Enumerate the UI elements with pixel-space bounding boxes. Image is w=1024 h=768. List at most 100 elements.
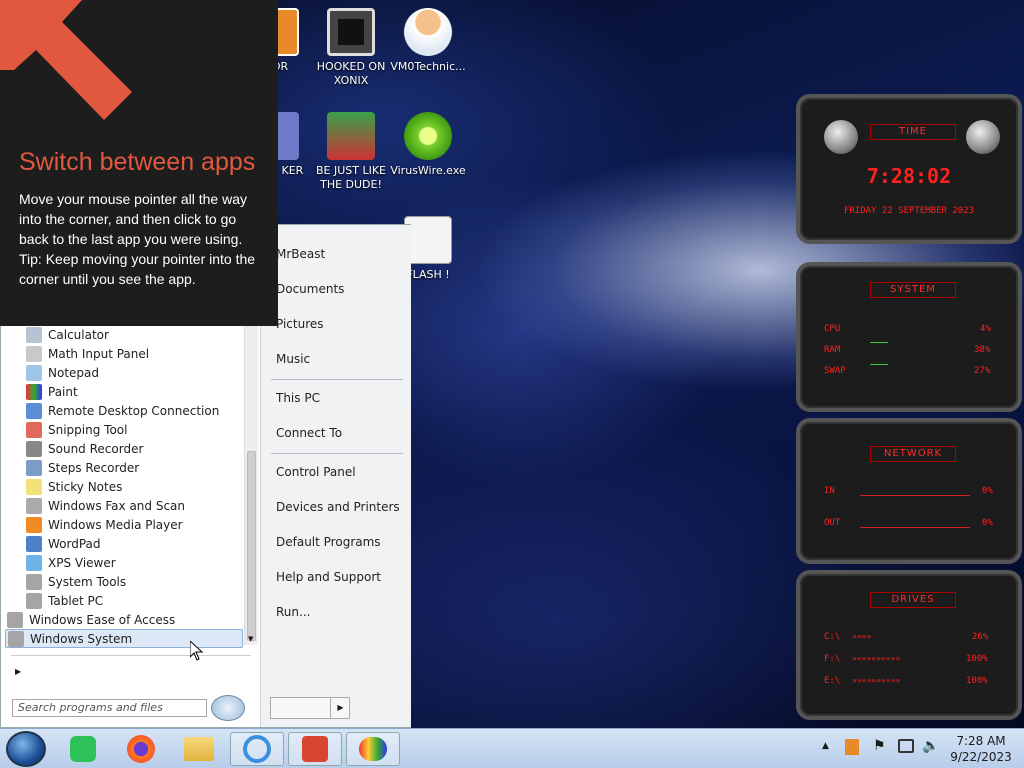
list-item-xps-viewer[interactable]: XPS Viewer <box>26 553 116 572</box>
menu-item-music[interactable]: Music <box>276 352 310 366</box>
system-panel: SYSTEM CPU 4% RAM 38% SWAP 27% <box>796 262 1022 412</box>
desktop-icon-hooked-on-xonix[interactable]: HOOKED ON XONIX <box>312 8 390 88</box>
list-item-remote-desktop[interactable]: Remote Desktop Connection <box>26 401 219 420</box>
drive-f-bar: »»»»»»»»»» <box>852 654 901 663</box>
cpu-value: 4% <box>980 324 991 334</box>
list-item-media-player[interactable]: Windows Media Player <box>26 515 183 534</box>
time-panel: TIME 7:28:02 FRIDAY 22 SEPTEMBER 2023 <box>796 94 1022 244</box>
network-title: NETWORK <box>870 446 956 462</box>
sticky-note-icon <box>26 478 42 495</box>
desktop-icon-label: VM0Technic... <box>390 60 466 73</box>
list-item-fax-scan[interactable]: Windows Fax and Scan <box>26 496 185 515</box>
menu-item-documents[interactable]: Documents <box>276 282 344 296</box>
search-input[interactable]: Search programs and files <box>12 699 207 717</box>
list-item-calculator[interactable]: Calculator <box>26 325 109 344</box>
tray-app-icon[interactable] <box>845 739 859 755</box>
calculator-icon <box>26 326 42 343</box>
clock-date: 9/22/2023 <box>950 750 1012 764</box>
paper-plane-icon <box>26 554 42 571</box>
list-item-steps-recorder[interactable]: Steps Recorder <box>26 458 139 477</box>
notes-icon <box>70 736 96 762</box>
headphones-icon <box>302 736 328 762</box>
list-item-sticky-notes[interactable]: Sticky Notes <box>26 477 122 496</box>
menu-item-user[interactable]: MrBeast <box>276 247 325 261</box>
programs-scrollbar[interactable]: ▼ <box>244 325 258 645</box>
alien-icon <box>824 120 858 154</box>
folder-icon <box>26 592 42 609</box>
menu-item-run[interactable]: Run... <box>276 605 310 619</box>
menu-item-default-programs[interactable]: Default Programs <box>276 535 381 549</box>
cursor-icon <box>190 641 204 661</box>
menu-item-this-pc[interactable]: This PC <box>276 391 320 405</box>
time-title: TIME <box>870 124 956 140</box>
menu-item-devices-printers[interactable]: Devices and Printers <box>276 500 400 514</box>
start-button[interactable] <box>6 731 46 767</box>
list-item-windows-system[interactable]: Windows System <box>5 629 243 648</box>
list-item-snipping-tool[interactable]: Snipping Tool <box>26 420 127 439</box>
out-label: OUT <box>824 518 841 528</box>
internet-explorer-icon <box>243 735 271 763</box>
microphone-icon <box>26 440 42 457</box>
list-item-system-tools[interactable]: System Tools <box>26 572 126 591</box>
taskbar-audio-app[interactable] <box>288 732 342 766</box>
swap-label: SWAP <box>824 366 846 376</box>
desktop-icon-label: HOOKED ON XONIX <box>316 60 386 87</box>
taskbar-notes-app[interactable] <box>56 732 110 766</box>
clock-time: 7:28 AM <box>956 734 1006 748</box>
volume-icon[interactable]: 🔈 <box>922 738 939 754</box>
divider <box>271 379 403 380</box>
flag-icon[interactable]: ⚑ <box>873 738 886 754</box>
drives-title: DRIVES <box>870 592 956 608</box>
desktop-icon-label: VirusWire.exe <box>390 164 466 177</box>
desktop-icon-label: FLASH ! <box>406 268 450 281</box>
lime-icon <box>404 112 452 160</box>
arrow-up-left-icon <box>0 0 132 120</box>
list-item-math-input[interactable]: Math Input Panel <box>26 344 149 363</box>
list-item-tablet-pc[interactable]: Tablet PC <box>26 591 103 610</box>
menu-item-pictures[interactable]: Pictures <box>276 317 324 331</box>
desktop-icon-dude[interactable]: BE JUST LIKE THE DUDE! <box>312 112 390 192</box>
folder-icon <box>7 611 23 628</box>
desktop-icon-viruswire[interactable]: VirusWire.exe <box>389 112 467 178</box>
menu-item-connect-to[interactable]: Connect To <box>276 426 342 440</box>
doctor-icon <box>404 8 452 56</box>
taskbar-clock[interactable]: 7:28 AM 9/22/2023 <box>944 733 1018 765</box>
drive-e-bar: »»»»»»»»»» <box>852 676 901 685</box>
list-item-ease-of-access[interactable]: Windows Ease of Access <box>7 610 175 629</box>
swap-value: 27% <box>974 366 991 376</box>
start-menu-right-pane: MrBeast Documents Pictures Music This PC… <box>260 225 411 727</box>
network-panel: NETWORK IN 0% OUT 0% <box>796 418 1022 564</box>
list-item-paint[interactable]: Paint <box>26 382 78 401</box>
menu-item-control-panel[interactable]: Control Panel <box>276 465 356 479</box>
menu-item-help-support[interactable]: Help and Support <box>276 570 381 584</box>
drive-c-value: 26% <box>972 632 989 642</box>
taskbar: ▲ ⚑ 🔈 7:28 AM 9/22/2023 <box>0 728 1024 768</box>
drive-c-bar: »»»» <box>852 632 872 641</box>
folder-icon <box>8 630 24 647</box>
scrollbar-thumb[interactable] <box>247 451 256 641</box>
chevron-down-icon[interactable]: ▼ <box>248 635 253 643</box>
out-value: 0% <box>982 518 993 528</box>
network-icon[interactable] <box>898 739 914 753</box>
desktop-icon-vm0technic[interactable]: VM0Technic... <box>389 8 467 74</box>
in-value: 0% <box>982 486 993 496</box>
system-title: SYSTEM <box>870 282 956 298</box>
drive-c-label: C:\ <box>824 632 841 642</box>
list-item-notepad[interactable]: Notepad <box>26 363 99 382</box>
drive-e-value: 100% <box>966 676 988 686</box>
chevron-up-icon[interactable]: ▲ <box>822 741 829 751</box>
list-item-wordpad[interactable]: WordPad <box>26 534 101 553</box>
list-item-sound-recorder[interactable]: Sound Recorder <box>26 439 143 458</box>
taskbar-paint[interactable] <box>346 732 400 766</box>
palette-icon <box>26 383 42 400</box>
drive-f-value: 100% <box>966 654 988 664</box>
ram-bar <box>870 342 888 343</box>
drives-panel: DRIVES C:\ 26% F:\ 100% E:\ 100% »»»» »»… <box>796 570 1022 720</box>
chevron-right-icon[interactable]: ▶ <box>330 697 350 719</box>
search-icon[interactable] <box>211 695 245 721</box>
flash-icon <box>404 216 452 264</box>
back-arrow-icon[interactable]: ▶ <box>15 667 21 676</box>
taskbar-internet-explorer[interactable] <box>230 732 284 766</box>
taskbar-firefox[interactable] <box>114 732 168 766</box>
taskbar-file-explorer[interactable] <box>172 732 226 766</box>
